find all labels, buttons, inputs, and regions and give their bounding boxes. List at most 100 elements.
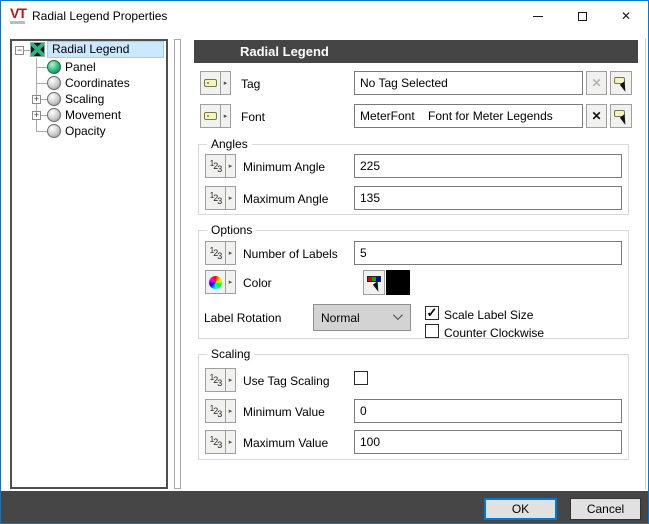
minimum-angle-label: Minimum Angle — [243, 160, 325, 174]
font-input[interactable] — [354, 104, 583, 128]
counter-clockwise-checkbox[interactable] — [425, 324, 439, 338]
use-tag-scaling-type-button[interactable]: 123 ▸ — [205, 368, 236, 392]
font-label: Font — [241, 110, 265, 124]
cursor-icon — [373, 281, 383, 292]
check-icon: ✓ — [427, 305, 438, 320]
minimum-value-label: Minimum Value — [243, 405, 325, 419]
close-icon: ✕ — [621, 10, 631, 22]
dropdown-arrow-icon[interactable]: ▸ — [226, 241, 236, 265]
dialog-window: VT Radial Legend Properties ✕ − Radial L… — [0, 0, 649, 524]
movement-node-icon — [47, 108, 61, 122]
maximize-icon — [578, 12, 587, 21]
angles-group-legend: Angles — [207, 137, 252, 151]
minimize-button[interactable] — [516, 1, 560, 31]
scale-label-size-checkbox[interactable]: ✓ — [425, 306, 439, 320]
maximum-angle-type-button[interactable]: 123 ▸ — [205, 186, 236, 210]
color-wheel-icon — [205, 270, 226, 294]
color-menu-button[interactable]: ▸ — [205, 270, 236, 294]
dropdown-arrow-icon[interactable]: ▸ — [226, 154, 236, 178]
maximum-angle-input[interactable] — [354, 186, 622, 210]
tree-connector — [36, 67, 47, 68]
property-tree: − Radial Legend Panel Coordinates + Scal… — [10, 39, 168, 489]
tag-label: Tag — [241, 77, 260, 91]
options-group: Options 123 ▸ Number of Labels ▸ Color L… — [198, 230, 629, 339]
color-label: Color — [243, 276, 272, 290]
title-bar[interactable]: VT Radial Legend Properties ✕ — [1, 1, 648, 31]
tag-input[interactable] — [354, 71, 583, 95]
number-of-labels-type-button[interactable]: 123 ▸ — [205, 241, 236, 265]
cancel-button[interactable]: Cancel — [570, 498, 641, 520]
tag-select-button[interactable] — [610, 71, 632, 95]
app-logo-text: VT — [10, 6, 30, 20]
right-panel-edge — [645, 39, 646, 489]
minimum-angle-input[interactable] — [354, 154, 622, 178]
tree-item-movement[interactable]: Movement — [65, 107, 121, 123]
label-rotation-value: Normal — [321, 311, 360, 325]
minimum-angle-type-button[interactable]: 123 ▸ — [205, 154, 236, 178]
options-group-legend: Options — [207, 223, 256, 237]
maximum-value-label: Maximum Value — [243, 436, 328, 450]
dropdown-arrow-icon[interactable]: ▸ — [226, 186, 236, 210]
maximize-button[interactable] — [560, 1, 604, 31]
color-bar-icon — [367, 276, 381, 282]
maximum-value-input[interactable] — [354, 430, 622, 454]
numeric-icon: 123 — [205, 399, 226, 423]
tag-menu-button[interactable]: ▸ — [200, 71, 231, 95]
font-menu-button[interactable]: ▸ — [200, 104, 231, 128]
number-of-labels-label: Number of Labels — [243, 247, 338, 261]
tree-scaling-expander[interactable]: + — [32, 95, 41, 104]
tree-root-expander[interactable]: − — [15, 46, 24, 55]
tag-clear-button: ✕ — [586, 71, 607, 95]
tree-connector — [36, 83, 47, 84]
scaling-node-icon — [47, 92, 61, 106]
label-rotation-dropdown[interactable]: Normal — [313, 304, 411, 331]
numeric-icon: 123 — [205, 430, 226, 454]
window-title: Radial Legend Properties — [32, 9, 167, 23]
chevron-down-icon — [393, 310, 403, 320]
number-of-labels-input[interactable] — [354, 241, 622, 265]
font-clear-button[interactable]: ✕ — [586, 104, 607, 128]
panel-header: Radial Legend — [194, 40, 638, 63]
minimum-value-input[interactable] — [354, 399, 622, 423]
font-select-button[interactable] — [610, 104, 632, 128]
tree-item-radial-legend[interactable]: Radial Legend — [47, 41, 164, 58]
close-button[interactable]: ✕ — [604, 1, 648, 31]
angles-group: Angles 123 ▸ Minimum Angle 123 ▸ Maximum… — [198, 144, 629, 215]
maximum-value-type-button[interactable]: 123 ▸ — [205, 430, 236, 454]
maximum-angle-label: Maximum Angle — [243, 192, 328, 206]
opacity-node-icon — [47, 124, 61, 138]
tree-item-scaling[interactable]: Scaling — [65, 91, 104, 107]
tag-icon — [200, 104, 221, 128]
minimum-value-type-button[interactable]: 123 ▸ — [205, 399, 236, 423]
scaling-group-legend: Scaling — [207, 347, 254, 361]
app-logo-icon: VT — [10, 6, 30, 24]
numeric-icon: 123 — [205, 154, 226, 178]
dropdown-arrow-icon[interactable]: ▸ — [226, 270, 236, 294]
tree-connector — [36, 131, 47, 132]
app-logo-underline — [10, 21, 25, 24]
color-swatch[interactable] — [386, 270, 410, 295]
tree-item-coordinates[interactable]: Coordinates — [65, 75, 130, 91]
caption-buttons: ✕ — [516, 1, 648, 31]
ok-button[interactable]: OK — [484, 498, 557, 520]
minimize-icon — [533, 16, 543, 17]
panel-node-icon — [47, 60, 61, 74]
label-rotation-label: Label Rotation — [204, 311, 281, 325]
tree-item-panel[interactable]: Panel — [65, 59, 96, 75]
dropdown-arrow-icon[interactable]: ▸ — [226, 368, 236, 392]
numeric-icon: 123 — [205, 241, 226, 265]
dropdown-arrow-icon[interactable]: ▸ — [226, 399, 236, 423]
color-picker-button[interactable] — [363, 270, 385, 295]
numeric-icon: 123 — [205, 186, 226, 210]
use-tag-scaling-label: Use Tag Scaling — [243, 374, 330, 388]
tree-item-opacity[interactable]: Opacity — [65, 123, 106, 139]
panel-splitter[interactable] — [174, 39, 181, 489]
cursor-icon — [620, 81, 630, 92]
use-tag-scaling-checkbox[interactable] — [354, 371, 368, 385]
counter-clockwise-label: Counter Clockwise — [444, 326, 544, 340]
dropdown-arrow-icon[interactable]: ▸ — [221, 104, 231, 128]
dropdown-arrow-icon[interactable]: ▸ — [221, 71, 231, 95]
dropdown-arrow-icon[interactable]: ▸ — [226, 430, 236, 454]
clear-icon: ✕ — [591, 76, 601, 90]
tree-movement-expander[interactable]: + — [32, 111, 41, 120]
